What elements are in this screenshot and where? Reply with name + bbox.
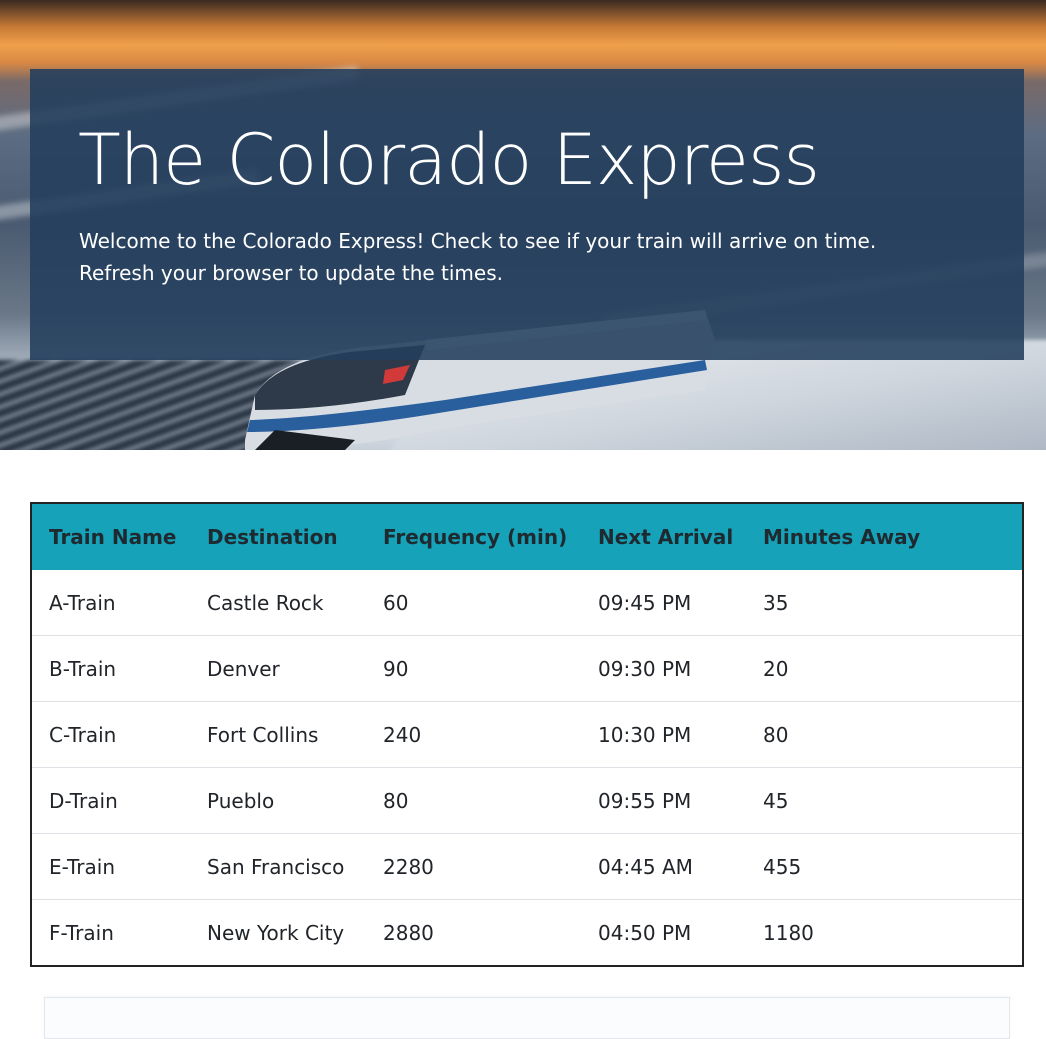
- cell-train-name: A-Train: [49, 590, 116, 615]
- cell-train-name: F-Train: [32, 899, 190, 965]
- cell-next-arrival: 09:45 PM: [598, 590, 692, 615]
- train-schedule-table: Train Name Destination Frequency (min) N…: [30, 502, 1024, 967]
- cell-frequency: 2880: [366, 899, 581, 965]
- table-row: E-Train San Francisco 2280 04:45 AM 455: [32, 833, 1022, 900]
- table-row: B-Train Denver 90 09:30 PM 20: [32, 635, 1022, 702]
- cell-frequency: 240: [366, 701, 581, 768]
- cell-next-arrival: 09:55 PM: [581, 767, 746, 834]
- cell-train-name: D-Train: [32, 767, 190, 834]
- cell-minutes-away: 20: [746, 635, 1022, 702]
- cell-minutes-away: 35: [763, 590, 789, 615]
- column-header-train-name: Train Name: [49, 525, 177, 549]
- cell-minutes-away: 45: [746, 767, 1022, 834]
- cell-train-name: C-Train: [32, 701, 190, 768]
- cell-destination: New York City: [190, 899, 366, 965]
- cell-train-name: B-Train: [32, 635, 190, 702]
- column-header-next-arrival: Next Arrival: [598, 525, 734, 549]
- cell-minutes-away: 1180: [746, 899, 1022, 965]
- cell-frequency: 60: [383, 590, 409, 615]
- cell-next-arrival: 04:50 PM: [581, 899, 746, 965]
- cell-destination: Fort Collins: [190, 701, 366, 768]
- cell-minutes-away: 455: [746, 833, 1022, 900]
- table-row: C-Train Fort Collins 240 10:30 PM 80: [32, 701, 1022, 768]
- cell-minutes-away: 80: [746, 701, 1022, 768]
- table-row: F-Train New York City 2880 04:50 PM 1180: [32, 899, 1022, 965]
- table-row: A-Train Castle Rock 60 09:45 PM 35: [32, 570, 1022, 636]
- table-row: D-Train Pueblo 80 09:55 PM 45: [32, 767, 1022, 834]
- column-header-frequency: Frequency (min): [383, 525, 568, 549]
- jumbotron: The Colorado Express Welcome to the Colo…: [30, 69, 1024, 360]
- column-header-minutes-away: Minutes Away: [763, 525, 921, 549]
- cell-destination: Denver: [190, 635, 366, 702]
- page-title: The Colorado Express: [78, 119, 820, 201]
- add-train-card: [44, 997, 1010, 1039]
- cell-destination: San Francisco: [190, 833, 366, 900]
- cell-destination: Castle Rock: [207, 590, 324, 615]
- cell-frequency: 2280: [366, 833, 581, 900]
- cell-next-arrival: 04:45 AM: [581, 833, 746, 900]
- table-header-row: Train Name Destination Frequency (min) N…: [32, 504, 1022, 570]
- column-header-destination: Destination: [207, 525, 338, 549]
- cell-frequency: 80: [366, 767, 581, 834]
- cell-train-name: E-Train: [32, 833, 190, 900]
- page-subtitle: Welcome to the Colorado Express! Check t…: [79, 229, 877, 285]
- cell-next-arrival: 09:30 PM: [581, 635, 746, 702]
- cell-frequency: 90: [366, 635, 581, 702]
- cell-next-arrival: 10:30 PM: [581, 701, 746, 768]
- cell-destination: Pueblo: [190, 767, 366, 834]
